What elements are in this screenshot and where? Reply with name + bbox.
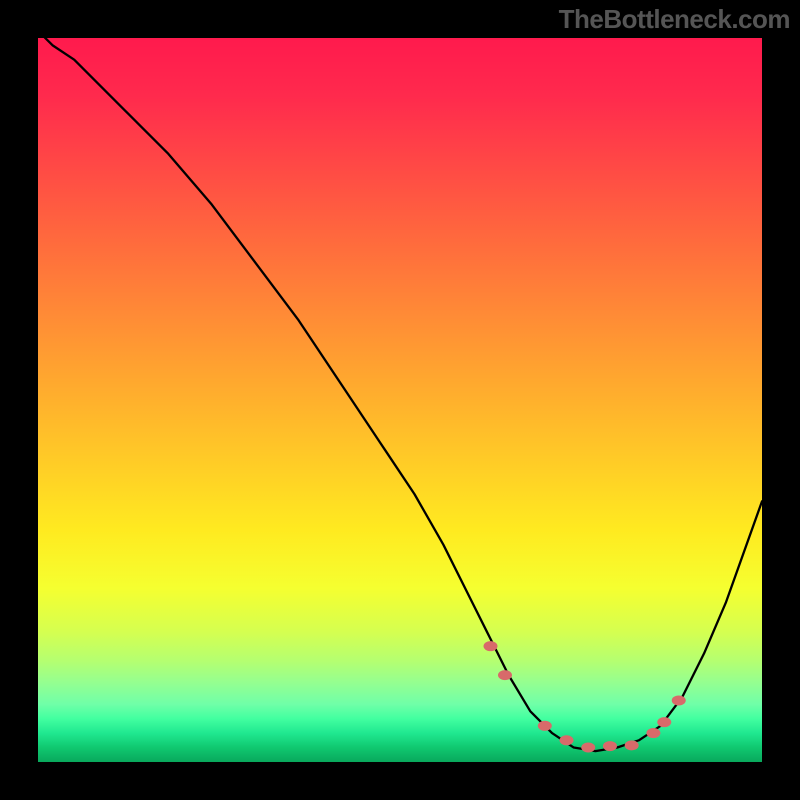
marker-point (560, 735, 574, 745)
marker-point (538, 721, 552, 731)
marker-point (484, 641, 498, 651)
marker-point (672, 695, 686, 705)
marker-point (498, 670, 512, 680)
watermark-text: TheBottleneck.com (559, 4, 790, 35)
plot-area (38, 38, 762, 762)
marker-point (657, 717, 671, 727)
marker-point (603, 741, 617, 751)
bottleneck-curve (38, 38, 762, 762)
chart-frame: TheBottleneck.com (0, 0, 800, 800)
marker-point (625, 740, 639, 750)
marker-point (646, 728, 660, 738)
marker-point (581, 743, 595, 753)
